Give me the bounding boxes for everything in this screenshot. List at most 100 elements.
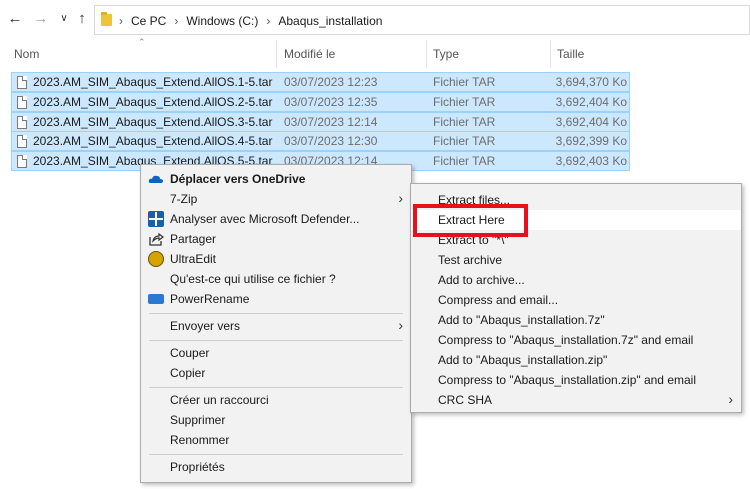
menu-item-properties[interactable]: Propriétés	[141, 457, 411, 477]
file-icon	[17, 155, 27, 168]
submenu-item-compress-email[interactable]: Compress and email...	[411, 290, 741, 310]
address-row: ← → ∨ ↑ › Ce PC › Windows (C:) › Abaqus_…	[0, 0, 750, 40]
menu-item-share[interactable]: Partager	[141, 229, 411, 249]
submenu-item-add-7z[interactable]: Add to "Abaqus_installation.7z"	[411, 310, 741, 330]
menu-separator	[149, 454, 403, 455]
file-type: Fichier TAR	[433, 154, 496, 168]
menu-item-whouses[interactable]: Qu'est-ce qui utilise ce fichier ?	[141, 269, 411, 289]
file-name: 2023.AM_SIM_Abaqus_Extend.AllOS.3-5.tar	[33, 115, 273, 129]
defender-shield-icon	[148, 211, 164, 227]
menu-label: Propriétés	[170, 460, 225, 474]
file-date: 03/07/2023 12:30	[284, 134, 378, 148]
sort-ascending-icon: ⌃	[138, 37, 146, 47]
file-icon	[17, 76, 27, 89]
menu-item-powerrename[interactable]: PowerRename	[141, 289, 411, 309]
breadcrumb-separator: ›	[174, 14, 179, 28]
chevron-right-icon: ›	[728, 391, 733, 407]
chevron-right-icon: ›	[398, 190, 403, 206]
column-header-type[interactable]: Type	[433, 47, 459, 65]
menu-label: Add to "Abaqus_installation.7z"	[438, 313, 605, 327]
menu-label: Copier	[170, 366, 206, 380]
menu-label: Partager	[170, 232, 217, 246]
menu-label: Qu'est-ce qui utilise ce fichier ?	[170, 272, 336, 286]
menu-label: UltraEdit	[170, 252, 217, 266]
menu-item-rename[interactable]: Renommer	[141, 430, 411, 450]
menu-item-7zip[interactable]: 7-Zip ›	[141, 189, 411, 209]
file-row[interactable]: 2023.AM_SIM_Abaqus_Extend.AllOS.3-5.tar …	[11, 112, 630, 132]
highlight-annotation-box	[413, 204, 528, 237]
menu-item-ultraedit[interactable]: UltraEdit	[141, 249, 411, 269]
submenu-item-test-archive[interactable]: Test archive	[411, 250, 741, 270]
submenu-item-compress-7z-email[interactable]: Compress to "Abaqus_installation.7z" and…	[411, 330, 741, 350]
menu-item-cut[interactable]: Couper	[141, 343, 411, 363]
submenu-item-compress-zip-email[interactable]: Compress to "Abaqus_installation.zip" an…	[411, 370, 741, 390]
menu-item-delete[interactable]: Supprimer	[141, 410, 411, 430]
menu-separator	[149, 313, 403, 314]
menu-separator	[149, 387, 403, 388]
menu-item-defender[interactable]: Analyser avec Microsoft Defender...	[141, 209, 411, 229]
menu-label: Couper	[170, 346, 210, 360]
column-header-size[interactable]: Taille	[557, 47, 584, 65]
file-type: Fichier TAR	[433, 95, 496, 109]
menu-label: PowerRename	[170, 292, 250, 306]
file-row[interactable]: 2023.AM_SIM_Abaqus_Extend.AllOS.4-5.tar …	[11, 131, 630, 151]
breadcrumb: › Ce PC › Windows (C:) › Abaqus_installa…	[119, 12, 382, 30]
breadcrumb-item-drive[interactable]: Windows (C:)	[186, 14, 258, 28]
menu-label: 7-Zip	[170, 192, 198, 206]
file-type: Fichier TAR	[433, 75, 496, 89]
file-row[interactable]: 2023.AM_SIM_Abaqus_Extend.AllOS.1-5.tar …	[11, 72, 630, 92]
cloud-icon	[148, 171, 164, 187]
file-type: Fichier TAR	[433, 115, 496, 129]
menu-label: Compress to "Abaqus_installation.zip" an…	[438, 373, 696, 387]
menu-separator	[149, 340, 403, 341]
breadcrumb-item-folder[interactable]: Abaqus_installation	[278, 14, 382, 28]
menu-label: CRC SHA	[438, 393, 493, 407]
breadcrumb-separator: ›	[119, 14, 123, 28]
file-icon	[17, 96, 27, 109]
folder-icon	[101, 12, 112, 26]
menu-label: Compress and email...	[438, 293, 559, 307]
column-divider[interactable]	[550, 40, 551, 68]
recent-chevron-down-icon[interactable]: ∨	[55, 8, 73, 30]
up-arrow-icon[interactable]: ↑	[73, 8, 91, 30]
submenu-item-crc-sha[interactable]: CRC SHA ›	[411, 390, 741, 410]
file-name: 2023.AM_SIM_Abaqus_Extend.AllOS.4-5.tar	[33, 134, 273, 148]
menu-item-shortcut[interactable]: Créer un raccourci	[141, 390, 411, 410]
menu-label: Envoyer vers	[170, 319, 241, 333]
file-row[interactable]: 2023.AM_SIM_Abaqus_Extend.AllOS.2-5.tar …	[11, 92, 630, 112]
ultraedit-icon	[148, 251, 164, 267]
column-header-modified[interactable]: Modifié le	[284, 47, 335, 65]
breadcrumb-separator: ›	[266, 14, 271, 28]
submenu-item-add-to-archive[interactable]: Add to archive...	[411, 270, 741, 290]
file-icon	[17, 135, 27, 148]
menu-label: Déplacer vers OneDrive	[170, 172, 306, 186]
file-size: 3,692,404 Ko	[555, 115, 627, 129]
file-name: 2023.AM_SIM_Abaqus_Extend.AllOS.2-5.tar	[33, 95, 273, 109]
submenu-item-add-zip[interactable]: Add to "Abaqus_installation.zip"	[411, 350, 741, 370]
menu-label: Analyser avec Microsoft Defender...	[170, 212, 360, 226]
column-header-name[interactable]: Nom	[14, 47, 39, 65]
file-type: Fichier TAR	[433, 134, 496, 148]
forward-arrow-icon[interactable]: →	[32, 8, 50, 30]
breadcrumb-item-pc[interactable]: Ce PC	[131, 14, 166, 28]
share-icon	[148, 231, 164, 247]
back-arrow-icon[interactable]: ←	[6, 8, 24, 30]
file-icon	[17, 116, 27, 129]
column-divider[interactable]	[276, 40, 277, 68]
column-divider[interactable]	[426, 40, 427, 68]
file-date: 03/07/2023 12:14	[284, 115, 378, 129]
menu-label: Add to archive...	[438, 273, 525, 287]
file-size: 3,692,403 Ko	[555, 154, 627, 168]
menu-item-onedrive[interactable]: Déplacer vers OneDrive	[141, 169, 411, 189]
context-menu: Déplacer vers OneDrive 7-Zip › Analyser …	[140, 164, 412, 483]
file-size: 3,692,404 Ko	[555, 95, 627, 109]
file-date: 03/07/2023 12:35	[284, 95, 378, 109]
address-bar[interactable]: › Ce PC › Windows (C:) › Abaqus_installa…	[94, 5, 750, 35]
menu-item-copy[interactable]: Copier	[141, 363, 411, 383]
powerrename-icon	[148, 294, 164, 304]
menu-label: Add to "Abaqus_installation.zip"	[438, 353, 608, 367]
menu-label: Supprimer	[170, 413, 226, 427]
menu-item-sendto[interactable]: Envoyer vers ›	[141, 316, 411, 336]
file-date: 03/07/2023 12:23	[284, 75, 378, 89]
file-size: 3,694,370 Ko	[555, 75, 627, 89]
